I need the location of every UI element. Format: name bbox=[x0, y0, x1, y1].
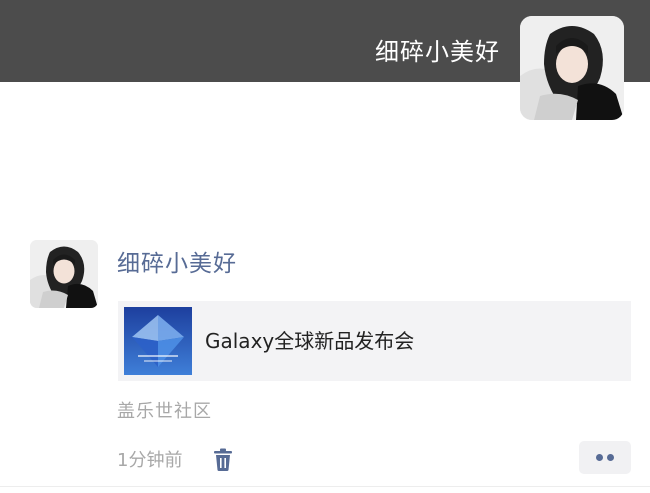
profile-name[interactable]: 细碎小美好 bbox=[375, 36, 500, 68]
link-title: Galaxy全球新品发布会 bbox=[205, 329, 415, 353]
post-author-avatar[interactable] bbox=[30, 240, 98, 308]
user-avatar-icon bbox=[30, 240, 98, 308]
two-dots-icon bbox=[607, 454, 614, 461]
two-dots-icon bbox=[596, 454, 603, 461]
galaxy-event-thumbnail-icon bbox=[124, 307, 192, 375]
post-source[interactable]: 盖乐世社区 bbox=[117, 398, 212, 426]
user-avatar-icon bbox=[520, 16, 624, 120]
more-actions-button[interactable] bbox=[579, 441, 631, 474]
divider bbox=[0, 486, 650, 487]
profile-avatar[interactable] bbox=[520, 16, 624, 120]
post-time: 1分钟前 bbox=[117, 450, 183, 471]
trash-icon[interactable] bbox=[212, 448, 234, 472]
post-author-name[interactable]: 细碎小美好 bbox=[117, 248, 237, 280]
shared-link-card[interactable]: Galaxy全球新品发布会 bbox=[118, 301, 631, 381]
moments-page: 细碎小美好 细碎小美好 Galaxy全球新品发布会 盖乐世社区 1分钟前 bbox=[0, 0, 650, 493]
